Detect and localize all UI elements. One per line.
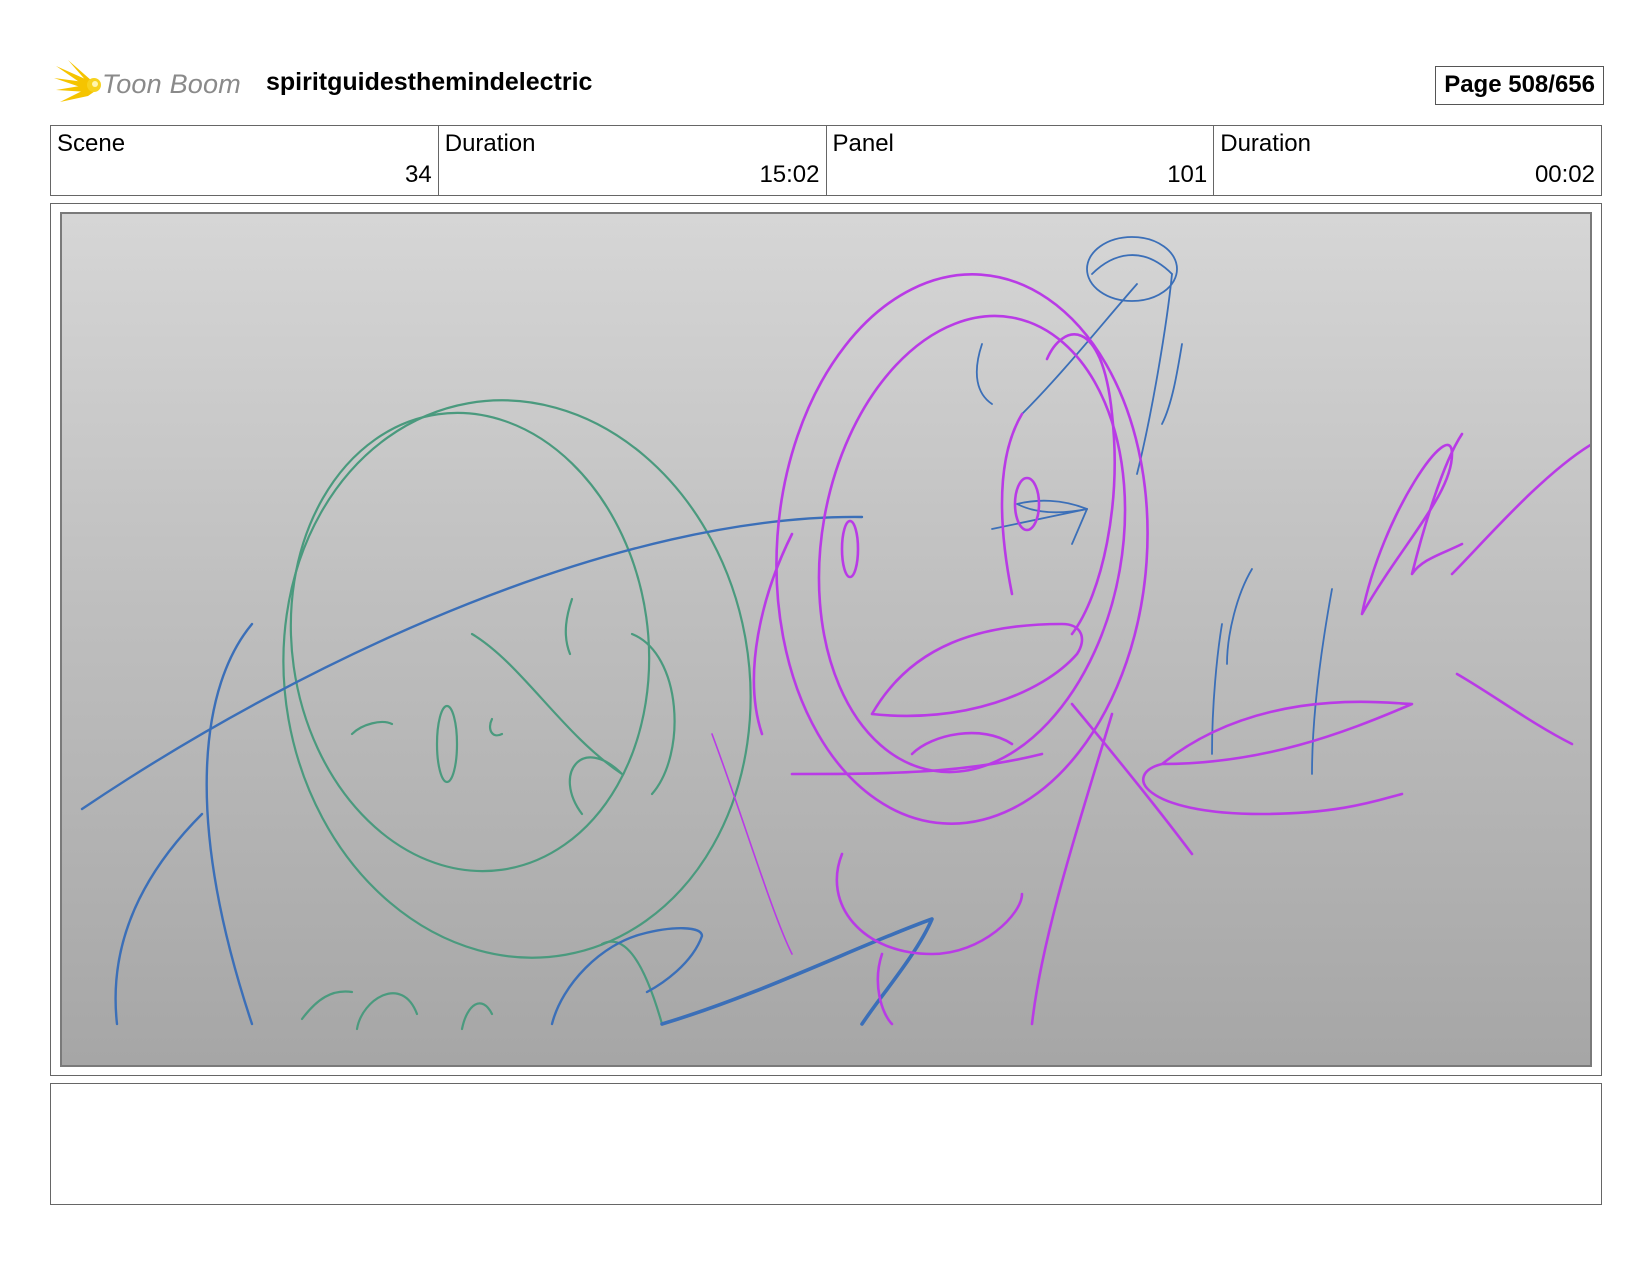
blue-arc-sketch bbox=[80, 515, 934, 1026]
storyboard-panel-image bbox=[60, 212, 1592, 1067]
panel-value: 101 bbox=[1167, 161, 1208, 188]
panel-duration-value: 00:02 bbox=[1534, 161, 1595, 188]
scene-value: 34 bbox=[405, 161, 432, 188]
blue-small-character-sketch bbox=[975, 236, 1333, 775]
green-character-sketch bbox=[282, 399, 752, 1031]
panel-info-table: Scene 34 Duration 15:02 Panel 101 Durati… bbox=[50, 125, 1602, 196]
scene-cell: Scene 34 bbox=[51, 126, 439, 195]
panel-notes-box bbox=[50, 1083, 1602, 1205]
storyboard-panel-frame bbox=[50, 203, 1602, 1076]
logo-wordmark: Toon Boom bbox=[102, 68, 241, 99]
panel-duration-cell: Duration 00:02 bbox=[1214, 126, 1601, 195]
scene-duration-label: Duration bbox=[444, 130, 536, 157]
project-title: spiritguidesthemindelectric bbox=[266, 68, 593, 96]
scene-duration-cell: Duration 15:02 bbox=[439, 126, 827, 195]
scene-duration-value: 15:02 bbox=[759, 161, 820, 188]
panel-duration-label: Duration bbox=[1220, 130, 1311, 157]
page-header: Toon Boom spiritguidesthemindelectric Pa… bbox=[52, 56, 1604, 112]
sketch-drawing bbox=[80, 236, 1590, 1031]
panel-cell: Panel 101 bbox=[827, 126, 1215, 195]
toon-boom-logo: Toon Boom bbox=[52, 56, 252, 112]
starburst-icon bbox=[54, 60, 101, 102]
panel-label: Panel bbox=[832, 130, 894, 157]
magenta-character-sketch bbox=[711, 273, 1590, 1026]
scene-label: Scene bbox=[57, 130, 126, 157]
page-counter: Page 508/656 bbox=[1435, 66, 1604, 105]
